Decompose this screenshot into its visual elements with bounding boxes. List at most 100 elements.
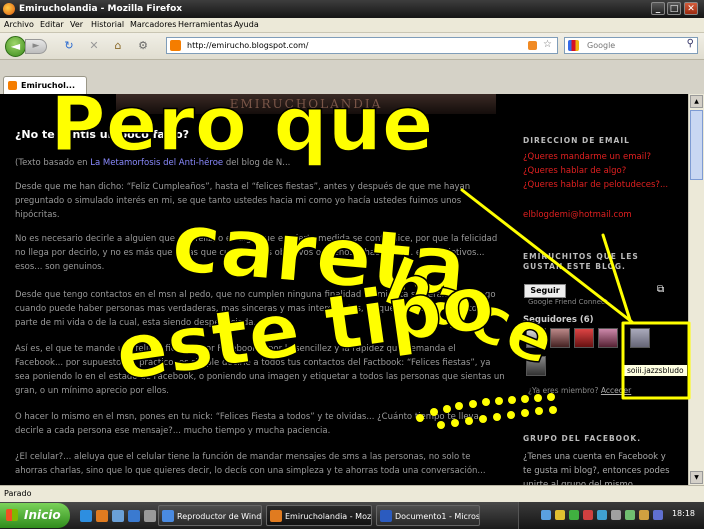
post-paragraph: No es necesario decirle a alguien que se… xyxy=(15,234,498,272)
follower-avatar[interactable] xyxy=(550,328,570,348)
intro-text-pre: (Texto basado en xyxy=(15,158,91,168)
windows-logo-icon xyxy=(6,509,18,521)
email-link-3[interactable]: ¿Queres hablar de pelotudeces?... xyxy=(523,180,668,190)
search-box: ⚲ xyxy=(564,37,698,54)
follower-avatar[interactable] xyxy=(598,328,618,348)
addon-icon[interactable]: ⚙ xyxy=(136,39,150,53)
rss-icon[interactable] xyxy=(528,41,537,50)
firefox-quicklaunch-icon[interactable] xyxy=(96,510,108,522)
tray-icon[interactable] xyxy=(583,510,593,520)
ie-quicklaunch-icon[interactable] xyxy=(80,510,92,522)
tray-icon[interactable] xyxy=(639,510,649,520)
tab-emirucholandia[interactable]: Emiruchol... xyxy=(3,76,87,94)
address-url: http://emirucho.blogspot.com/ xyxy=(187,41,309,50)
post-paragraph: Desde que tengo contactos en el msn al p… xyxy=(15,290,496,328)
email-link-1[interactable]: ¿Queres mandarme un email? xyxy=(523,152,651,162)
email-link-2[interactable]: ¿Queres hablar de algo? xyxy=(523,166,626,176)
facebook-group-text: ¿Tenes una cuenta en Facebook y te gusta… xyxy=(523,452,670,485)
menu-editar[interactable]: Editar xyxy=(40,20,64,29)
email-heading: DIRECCION DE EMAIL xyxy=(523,136,630,145)
reload-icon[interactable]: ↻ xyxy=(62,39,76,53)
follower-avatar[interactable] xyxy=(630,328,650,348)
task-media-player[interactable]: Reproductor de Wind... xyxy=(158,505,262,526)
minimize-button[interactable]: _ xyxy=(651,2,665,15)
task-word[interactable]: Documento1 - Micros... xyxy=(376,505,480,526)
close-button[interactable]: ✕ xyxy=(684,2,698,15)
expand-icon[interactable]: ⧉ xyxy=(657,284,664,295)
post-title[interactable]: ¿No te sentís un poco falso? xyxy=(15,128,189,141)
volume-icon[interactable] xyxy=(611,510,621,520)
post-paragraph-intro: (Texto basado en La Metamorfosis del Ant… xyxy=(15,156,505,170)
follower-avatar[interactable] xyxy=(526,356,546,376)
scroll-down-arrow[interactable]: ▼ xyxy=(690,471,703,484)
follower-avatar[interactable] xyxy=(574,328,594,348)
follower-avatar[interactable] xyxy=(526,328,546,348)
media-player-icon xyxy=(162,510,174,522)
page-content: EMIRUCHOLANDIA ¿No te sentís un poco fal… xyxy=(0,94,688,485)
back-button[interactable]: ◄ xyxy=(5,36,26,57)
facebook-group-heading: GRUPO DEL FACEBOOK. xyxy=(523,434,642,443)
window-title: Emirucholandia - Mozilla Firefox xyxy=(19,4,183,14)
status-bar: Parado xyxy=(0,485,704,503)
firefox-icon xyxy=(3,3,15,15)
home-icon[interactable]: ⌂ xyxy=(111,39,125,53)
menu-herramientas[interactable]: Herramientas xyxy=(178,20,233,29)
clock: 18:18 xyxy=(671,509,695,518)
member-prompt: ¿Ya eres miembro? Acceder xyxy=(528,386,631,395)
tab-label: Emiruchol... xyxy=(21,81,75,90)
task-firefox[interactable]: Emirucholandia - Mozil... xyxy=(266,505,372,526)
post-paragraph: Así es, el que te mande un “felices fies… xyxy=(15,344,505,396)
login-link[interactable]: Acceder xyxy=(601,386,631,395)
stop-icon[interactable]: ✕ xyxy=(87,39,101,53)
start-label: Inicio xyxy=(24,508,61,522)
post-paragraph: Desde que me han dicho: “Feliz Cumpleaño… xyxy=(15,182,471,220)
task-label: Emirucholandia - Mozil... xyxy=(285,512,372,521)
tray-icon[interactable] xyxy=(569,510,579,520)
task-label: Documento1 - Micros... xyxy=(395,512,480,521)
tray-icon[interactable] xyxy=(653,510,663,520)
member-text: ¿Ya eres miembro? xyxy=(528,386,599,395)
google-icon[interactable] xyxy=(568,40,579,51)
address-bar[interactable]: http://emirucho.blogspot.com/ ☆ xyxy=(166,37,558,54)
task-label: Reproductor de Wind... xyxy=(177,512,262,521)
word-icon xyxy=(380,510,392,522)
friend-connect-label: Google Friend Connect xyxy=(528,298,608,306)
tray-icon[interactable] xyxy=(555,510,565,520)
bookmark-star-icon[interactable]: ☆ xyxy=(543,39,552,50)
tray-icon[interactable] xyxy=(597,510,607,520)
forward-button[interactable]: ► xyxy=(25,39,47,54)
scroll-up-arrow[interactable]: ▲ xyxy=(690,95,703,108)
intro-text-post: del blog de N... xyxy=(223,158,291,168)
desktop-quicklaunch-icon[interactable] xyxy=(112,510,124,522)
blog-banner: EMIRUCHOLANDIA xyxy=(116,94,496,114)
metamorfosis-link[interactable]: La Metamorfosis del Anti-héroe xyxy=(90,158,223,168)
media-quicklaunch-icon[interactable] xyxy=(144,510,156,522)
tray-icon[interactable] xyxy=(541,510,551,520)
post-paragraph: ¿El celular?... aleluya que el celular t… xyxy=(15,452,486,476)
followers-count: Seguidores (6) xyxy=(523,315,594,325)
menu-marcadores[interactable]: Marcadores xyxy=(130,20,176,29)
firefox-task-icon xyxy=(270,510,282,522)
followers-heading: EMIRUCHITOS QUE LES GUSTAN ESTE BLOG. xyxy=(523,252,639,271)
system-tray: 18:18 xyxy=(518,502,704,529)
email-address: elblogdemi@hotmail.com xyxy=(523,210,632,220)
menu-historial[interactable]: Historial xyxy=(91,20,124,29)
search-icon[interactable]: ⚲ xyxy=(687,38,694,49)
post-paragraph: O hacer lo mismo en el msn, pones en tu … xyxy=(15,412,479,436)
vertical-scrollbar[interactable]: ▲ ▼ xyxy=(688,94,704,485)
menu-ver[interactable]: Ver xyxy=(70,20,83,29)
status-text: Parado xyxy=(4,489,32,498)
scroll-thumb[interactable] xyxy=(690,110,703,180)
menu-archivo[interactable]: Archivo xyxy=(4,20,34,29)
maximize-button[interactable]: □ xyxy=(667,2,681,15)
search-input[interactable] xyxy=(587,39,681,52)
network-icon[interactable] xyxy=(625,510,635,520)
messenger-quicklaunch-icon[interactable] xyxy=(128,510,140,522)
windows-taskbar: Inicio Reproductor de Wind... Emiruchola… xyxy=(0,502,704,529)
avatar-tooltip: soiii.jazzsbludo xyxy=(623,364,688,377)
window-titlebar: Emirucholandia - Mozilla Firefox _ □ ✕ xyxy=(0,0,704,18)
tab-strip: Emiruchol... xyxy=(0,60,704,94)
menu-ayuda[interactable]: Ayuda xyxy=(234,20,259,29)
start-button[interactable]: Inicio xyxy=(0,503,70,528)
follow-button[interactable]: Seguir xyxy=(524,284,566,298)
